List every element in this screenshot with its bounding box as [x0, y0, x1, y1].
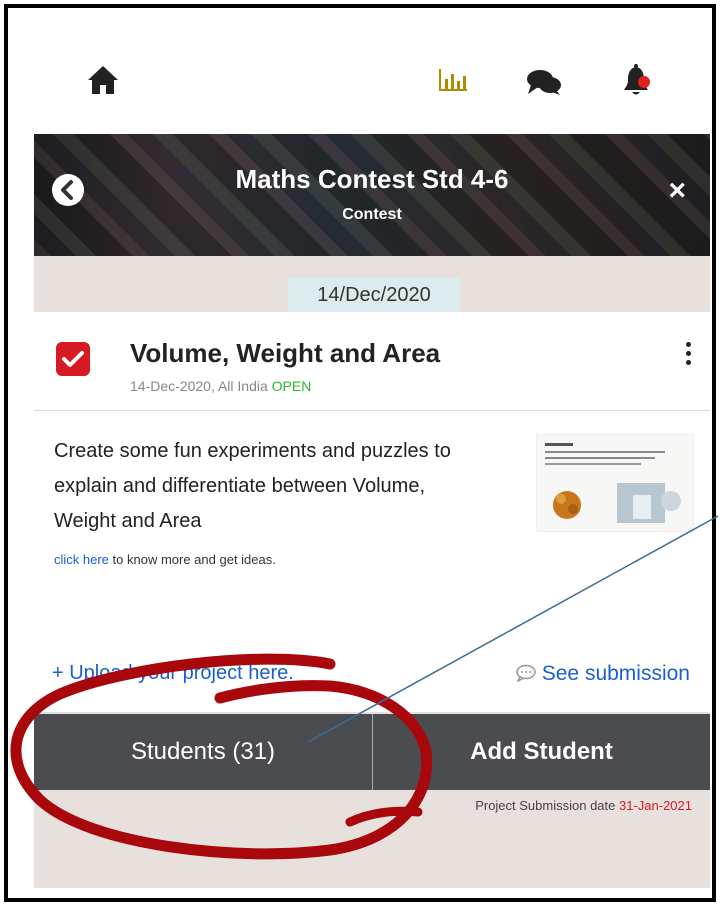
banner-shade — [34, 134, 710, 256]
add-student-button[interactable]: Add Student — [373, 714, 710, 790]
see-submission-link[interactable]: See submission — [516, 662, 690, 686]
project-meta: 14-Dec-2020, All India OPEN — [130, 378, 311, 394]
checkmark-icon — [62, 351, 84, 367]
comment-icon — [516, 664, 536, 683]
date-chip: 14/Dec/2020 — [288, 278, 460, 312]
more-info-line: click here to know more and get ideas. — [54, 552, 276, 567]
chat-icon[interactable] — [526, 68, 562, 96]
submission-date-value: 31-Jan-2021 — [619, 798, 692, 813]
project-card: Volume, Weight and Area 14-Dec-2020, All… — [34, 312, 710, 712]
project-description: Create some fun experiments and puzzles … — [54, 440, 451, 532]
bar-chart-icon[interactable] — [438, 67, 468, 93]
see-submission-label: See submission — [541, 662, 690, 685]
status-badge: OPEN — [271, 378, 312, 394]
contest-subtitle: Contest — [342, 206, 402, 223]
screenshot-frame: Maths Contest Std 4-6 Contest × 14/Dec/2… — [4, 4, 716, 902]
close-icon[interactable]: × — [668, 176, 686, 206]
submission-date-label: Project Submission date — [475, 798, 616, 813]
project-card-header: Volume, Weight and Area 14-Dec-2020, All… — [34, 312, 710, 411]
checkbox-icon[interactable] — [56, 342, 90, 376]
project-thumbnail[interactable] — [536, 434, 694, 532]
more-info-text: to know more and get ideas. — [108, 552, 276, 567]
notification-bell-icon[interactable] — [622, 64, 654, 98]
thumbnail-image — [545, 443, 681, 523]
contest-title: Maths Contest Std 4-6 — [235, 164, 509, 194]
app-screen: Maths Contest Std 4-6 Contest × 14/Dec/2… — [34, 34, 710, 888]
project-date-region: 14-Dec-2020, All India — [130, 378, 268, 394]
top-nav-bar — [34, 34, 710, 134]
project-title: Volume, Weight and Area — [130, 338, 441, 368]
more-options-icon[interactable] — [686, 342, 692, 369]
click-here-link[interactable]: click here — [54, 552, 109, 567]
date-row: 14/Dec/2020 — [34, 256, 710, 314]
students-button[interactable]: Students (31) — [34, 714, 372, 790]
action-bar: Students (31) Add Student — [34, 714, 710, 790]
contest-banner: Maths Contest Std 4-6 Contest × — [34, 134, 710, 256]
home-icon[interactable] — [86, 64, 120, 96]
upload-project-link[interactable]: + Upload your project here. — [52, 662, 294, 685]
submission-deadline: Project Submission date 31-Jan-2021 — [475, 798, 692, 813]
